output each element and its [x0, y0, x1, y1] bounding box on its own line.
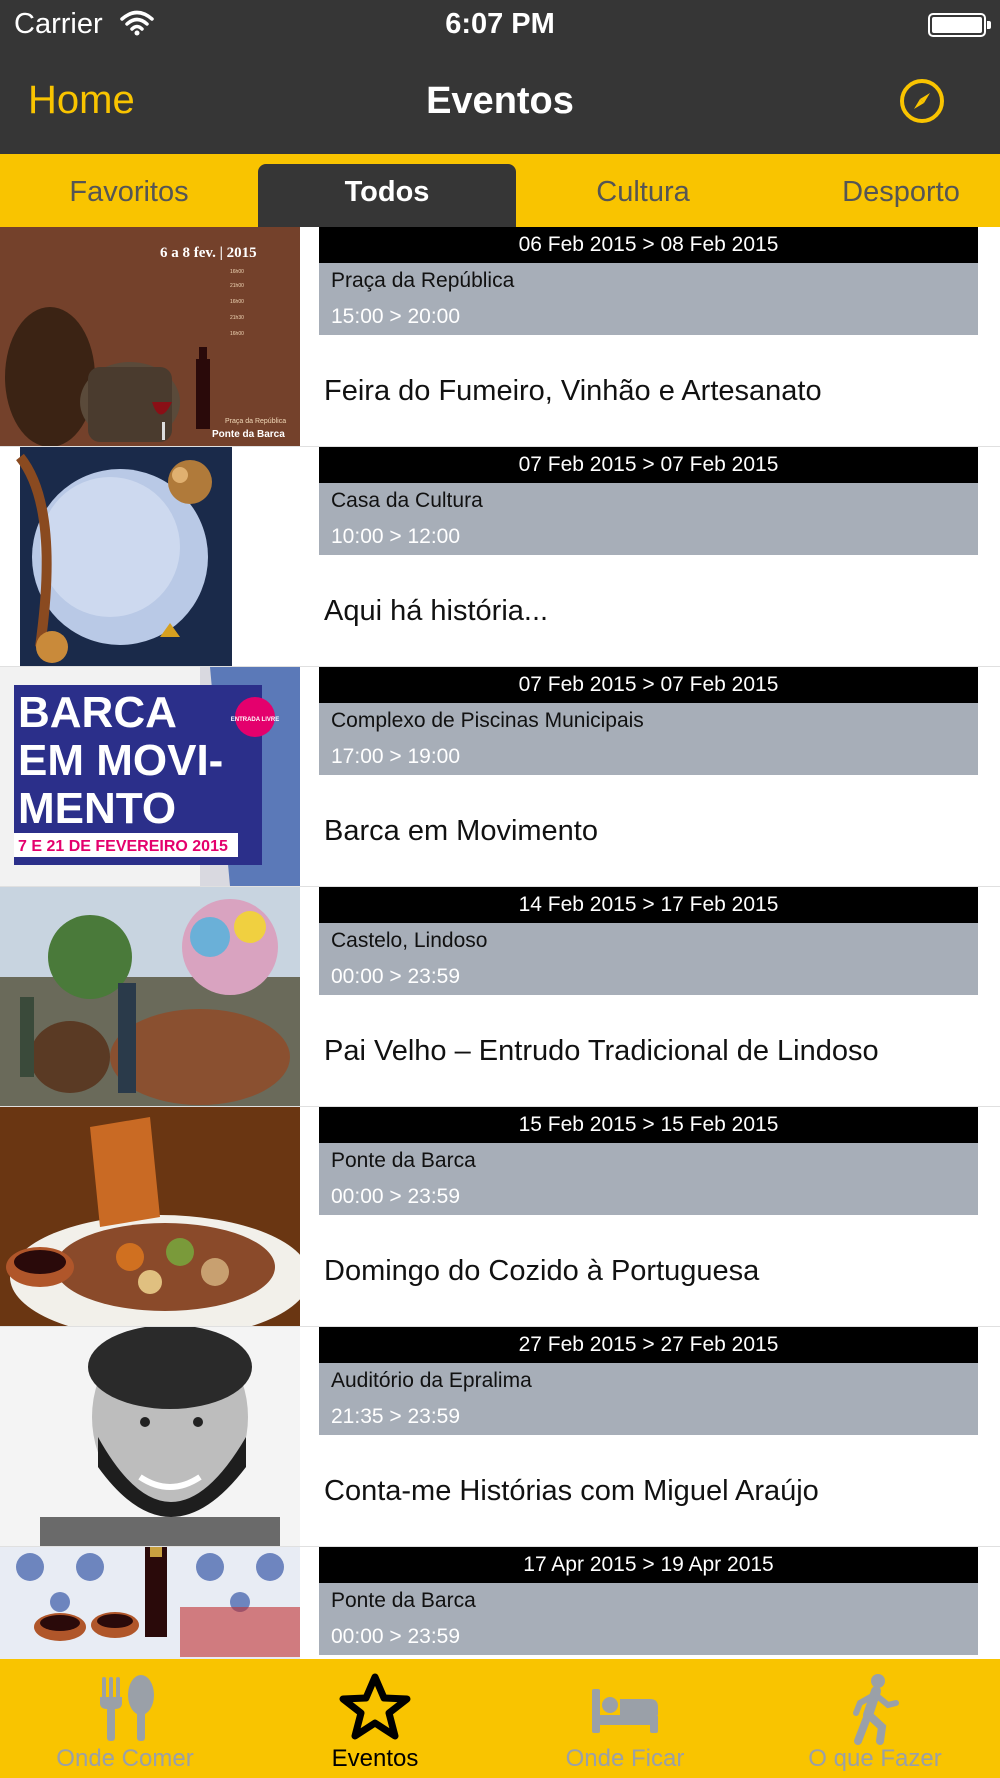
event-thumbnail: BARCA EM MOVI- MENTO 7 E 21 DE FEVEREIRO… [0, 667, 300, 886]
star-icon [339, 1673, 411, 1740]
event-row[interactable]: 14 Feb 2015 > 17 Feb 2015 Castelo, Lindo… [0, 887, 1000, 1107]
battery-icon [928, 13, 991, 37]
event-row[interactable]: 6 a 8 fev. | 2015 16h00 21h00 16h00 21h3… [0, 227, 1000, 447]
event-date-range: 07 Feb 2015 > 07 Feb 2015 [319, 447, 978, 483]
poster-town-text: Ponte da Barca [212, 429, 285, 440]
segment-todos[interactable]: Todos [258, 164, 516, 227]
tab-eventos[interactable]: Eventos [250, 1659, 500, 1778]
fumeiro-poster-image: 6 a 8 fev. | 2015 16h00 21h00 16h00 21h3… [0, 227, 300, 446]
event-title: Barca em Movimento [324, 815, 598, 847]
event-title: Domingo do Cozido à Portuguesa [324, 1255, 760, 1287]
tab-label: O que Fazer [808, 1745, 942, 1772]
event-date-range: 14 Feb 2015 > 17 Feb 2015 [319, 887, 978, 923]
poster-line-2: EM MOVI- [18, 736, 223, 785]
poster-line-1: BARCA [18, 688, 177, 737]
event-info-box: Complexo de Piscinas Municipais 17:00 > … [319, 703, 978, 775]
event-row[interactable]: 17 Apr 2015 > 19 Apr 2015 Ponte da Barca… [0, 1547, 1000, 1659]
event-time: 10:00 > 12:00 [331, 525, 461, 548]
event-time: 00:00 > 23:59 [331, 1625, 461, 1648]
compass-icon[interactable] [898, 77, 946, 125]
tab-onde-ficar[interactable]: Onde Ficar [500, 1659, 750, 1778]
event-thumbnail [0, 447, 300, 666]
event-time: 15:00 > 20:00 [331, 305, 461, 328]
event-row[interactable]: 15 Feb 2015 > 15 Feb 2015 Ponte da Barca… [0, 1107, 1000, 1327]
tab-label: Eventos [331, 1745, 419, 1772]
event-venue: Casa da Cultura [331, 489, 483, 512]
event-date-range: 17 Apr 2015 > 19 Apr 2015 [319, 1547, 978, 1583]
svg-text:21h30: 21h30 [230, 315, 244, 321]
historia-artwork-image [0, 447, 300, 666]
status-bar: Carrier 6:07 PM [0, 0, 1000, 52]
page-title: Eventos [426, 80, 574, 122]
event-info-box: Casa da Cultura 10:00 > 12:00 [319, 483, 978, 555]
barca-em-movimento-poster-image: BARCA EM MOVI- MENTO 7 E 21 DE FEVEREIRO… [0, 667, 300, 886]
event-date-range: 06 Feb 2015 > 08 Feb 2015 [319, 227, 978, 263]
navigation-bar: Home Eventos [0, 52, 1000, 154]
event-time: 00:00 > 23:59 [331, 965, 461, 988]
svg-text:16h00: 16h00 [230, 331, 244, 337]
event-info-box: Praça da República 15:00 > 20:00 [319, 263, 978, 335]
event-thumbnail [0, 1327, 300, 1546]
walking-person-icon [853, 1674, 899, 1745]
tablecloth-wine-photo-image [0, 1547, 300, 1659]
event-date-range: 27 Feb 2015 > 27 Feb 2015 [319, 1327, 978, 1363]
event-row[interactable]: 27 Feb 2015 > 27 Feb 2015 Auditório da E… [0, 1327, 1000, 1547]
event-info-box: Ponte da Barca 00:00 > 23:59 [319, 1583, 978, 1655]
event-date-range: 07 Feb 2015 > 07 Feb 2015 [319, 667, 978, 703]
event-thumbnail: 6 a 8 fev. | 2015 16h00 21h00 16h00 21h3… [0, 227, 300, 446]
event-venue: Ponte da Barca [331, 1149, 476, 1172]
event-time: 17:00 > 19:00 [331, 745, 461, 768]
event-time: 21:35 > 23:59 [331, 1405, 461, 1428]
event-venue: Ponte da Barca [331, 1589, 476, 1612]
event-thumbnail [0, 1107, 300, 1326]
event-title: Pai Velho – Entrudo Tradicional de Lindo… [324, 1035, 879, 1067]
event-title: Aqui há história... [324, 595, 549, 627]
tab-o-que-fazer[interactable]: O que Fazer [750, 1659, 1000, 1778]
event-venue: Complexo de Piscinas Municipais [331, 709, 644, 732]
event-row[interactable]: 07 Feb 2015 > 07 Feb 2015 Casa da Cultur… [0, 447, 1000, 667]
event-title: Conta-me Histórias com Miguel Araújo [324, 1475, 819, 1507]
poster-badge: ENTRADA LIVRE [231, 717, 279, 723]
events-list[interactable]: 6 a 8 fev. | 2015 16h00 21h00 16h00 21h3… [0, 227, 1000, 1659]
event-info-box: Ponte da Barca 00:00 > 23:59 [319, 1143, 978, 1215]
segment-desporto[interactable]: Desporto [772, 164, 1000, 227]
event-time: 00:00 > 23:59 [331, 1185, 461, 1208]
event-title: Feira do Fumeiro, Vinhão e Artesanato [324, 375, 822, 407]
event-date-range: 15 Feb 2015 > 15 Feb 2015 [319, 1107, 978, 1143]
segment-favoritos[interactable]: Favoritos [0, 164, 258, 227]
poster-line-3: MENTO [18, 784, 176, 833]
tab-label: Onde Comer [56, 1745, 194, 1772]
event-venue: Castelo, Lindoso [331, 929, 488, 952]
svg-text:16h00: 16h00 [230, 269, 244, 275]
event-thumbnail [0, 1547, 300, 1659]
poster-venue-text: Praça da República [225, 418, 286, 425]
svg-text:16h00: 16h00 [230, 299, 244, 305]
event-info-box: Castelo, Lindoso 00:00 > 23:59 [319, 923, 978, 995]
tab-label: Onde Ficar [565, 1745, 685, 1772]
poster-dates: 7 E 21 DE FEVEREIRO 2015 [18, 838, 228, 855]
event-thumbnail [0, 887, 300, 1106]
tab-bar: Onde Comer Eventos Onde Ficar O que Faze… [0, 1659, 1000, 1778]
svg-text:21h00: 21h00 [230, 283, 244, 289]
clock: 6:07 PM [445, 8, 555, 40]
fork-knife-icon [100, 1675, 154, 1741]
event-row[interactable]: BARCA EM MOVI- MENTO 7 E 21 DE FEVEREIRO… [0, 667, 1000, 887]
segment-cultura[interactable]: Cultura [514, 164, 772, 227]
cozido-dish-photo-image [0, 1107, 300, 1326]
portrait-photo-image [0, 1327, 300, 1546]
poster-date-text: 6 a 8 fev. | 2015 [160, 245, 257, 261]
event-info-box: Auditório da Epralima 21:35 > 23:59 [319, 1363, 978, 1435]
tab-onde-comer[interactable]: Onde Comer [0, 1659, 250, 1778]
event-venue: Praça da República [331, 269, 515, 292]
bed-icon [592, 1689, 658, 1733]
event-venue: Auditório da Epralima [331, 1369, 532, 1392]
category-segmented-control: Favoritos Todos Cultura Desporto [0, 154, 1000, 227]
pai-velho-photo-image [0, 887, 300, 1106]
